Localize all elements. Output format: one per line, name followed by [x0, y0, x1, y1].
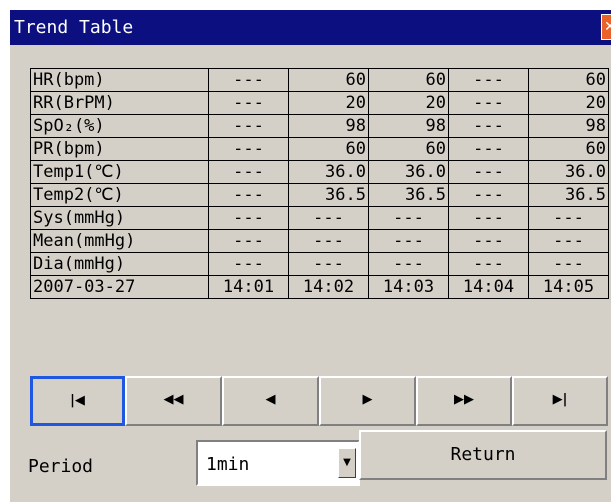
- table-cell: 36.0: [528, 160, 609, 184]
- table-row: Temp1(℃) --- 36.0 36.0 --- 36.0: [30, 160, 609, 184]
- first-button[interactable]: |◀: [30, 376, 125, 426]
- table-row: RR(BrPM) --- 20 20 --- 20: [30, 91, 609, 115]
- window-title: Trend Table: [14, 17, 134, 38]
- table-cell: ---: [448, 206, 529, 230]
- table-cell: ---: [448, 114, 529, 138]
- time-cell[interactable]: 14:05: [528, 275, 609, 299]
- table-row: Mean(mmHg) --- --- --- --- ---: [30, 229, 609, 253]
- row-label: HR(bpm): [30, 68, 209, 92]
- row-label: RR(BrPM): [30, 91, 209, 115]
- table-cell: 36.0: [288, 160, 369, 184]
- table-cell: 20: [368, 91, 449, 115]
- table-cell: 60: [288, 68, 369, 92]
- table-cell: ---: [288, 252, 369, 276]
- row-label: Dia(mmHg): [30, 252, 209, 276]
- table-row: PR(bpm) --- 60 60 --- 60: [30, 137, 609, 161]
- chevron-down-icon[interactable]: ▼: [338, 448, 356, 478]
- table-cell: ---: [528, 252, 609, 276]
- table-cell: ---: [448, 160, 529, 184]
- table-cell: 36.0: [368, 160, 449, 184]
- prev-button[interactable]: ◀: [222, 376, 319, 426]
- table-cell: ---: [288, 229, 369, 253]
- table-cell: 60: [288, 137, 369, 161]
- table-row: Temp2(℃) --- 36.5 36.5 --- 36.5: [30, 183, 609, 207]
- row-label: Mean(mmHg): [30, 229, 209, 253]
- table-cell: 98: [528, 114, 609, 138]
- prev-page-button[interactable]: ◀◀: [125, 376, 222, 426]
- row-label: Temp1(℃): [30, 160, 209, 184]
- title-bar: Trend Table: [10, 10, 611, 45]
- table-cell: ---: [528, 229, 609, 253]
- table-row: Dia(mmHg) --- --- --- --- ---: [30, 252, 609, 276]
- table-cell: ---: [288, 206, 369, 230]
- table-row: SpO₂(%) --- 98 98 --- 98: [30, 114, 609, 138]
- table-cell: ---: [208, 229, 289, 253]
- table-cell: 98: [288, 114, 369, 138]
- table-cell: 36.5: [528, 183, 609, 207]
- period-dropdown[interactable]: 1min ▼: [196, 440, 360, 486]
- table-cell: 60: [368, 137, 449, 161]
- table-cell: 98: [368, 114, 449, 138]
- table-cell: ---: [368, 252, 449, 276]
- table-row: HR(bpm) --- 60 60 --- 60: [30, 68, 609, 92]
- table-cell: 36.5: [368, 183, 449, 207]
- time-cell[interactable]: 14:01: [208, 275, 289, 299]
- row-label: Sys(mmHg): [30, 206, 209, 230]
- table-cell: ---: [368, 206, 449, 230]
- period-label: Period: [28, 456, 94, 477]
- time-cell[interactable]: 14:02: [288, 275, 369, 299]
- table-cell: 60: [528, 137, 609, 161]
- time-cell[interactable]: 14:04: [448, 275, 529, 299]
- table-row: Sys(mmHg) --- --- --- --- ---: [30, 206, 609, 230]
- row-label: Temp2(℃): [30, 183, 209, 207]
- table-cell: ---: [448, 252, 529, 276]
- table-cell: ---: [208, 114, 289, 138]
- table-cell: ---: [208, 160, 289, 184]
- table-cell: 20: [288, 91, 369, 115]
- table-cell: ---: [208, 252, 289, 276]
- close-icon[interactable]: ✕: [601, 14, 611, 40]
- period-value: 1min: [206, 454, 250, 475]
- next-page-button[interactable]: ▶▶: [416, 376, 512, 426]
- trend-table-window: Trend Table ✕ HR(bpm) --- 60 60 --- 60 RR(BrPM…: [10, 10, 611, 502]
- table-cell: ---: [448, 229, 529, 253]
- last-button[interactable]: ▶|: [512, 376, 608, 426]
- trend-table: HR(bpm) --- 60 60 --- 60 RR(BrPM) --- 20 20 --- 20 S…: [30, 68, 609, 299]
- date-label: 2007-03-27: [30, 275, 209, 299]
- row-label: SpO₂(%): [30, 114, 209, 138]
- table-cell: ---: [448, 91, 529, 115]
- table-cell: ---: [208, 68, 289, 92]
- table-cell: ---: [208, 183, 289, 207]
- table-cell: ---: [528, 206, 609, 230]
- table-cell: ---: [448, 137, 529, 161]
- table-cell: 60: [528, 68, 609, 92]
- table-cell: ---: [208, 91, 289, 115]
- time-cell[interactable]: 14:03: [368, 275, 449, 299]
- time-row: 2007-03-27 14:01 14:02 14:03 14:04 14:05: [30, 275, 609, 299]
- table-cell: ---: [448, 68, 529, 92]
- row-label: PR(bpm): [30, 137, 209, 161]
- table-cell: ---: [448, 183, 529, 207]
- next-button[interactable]: ▶: [319, 376, 416, 426]
- table-cell: ---: [368, 229, 449, 253]
- table-cell: ---: [208, 137, 289, 161]
- table-cell: 20: [528, 91, 609, 115]
- table-cell: 36.5: [288, 183, 369, 207]
- return-button[interactable]: Return: [359, 430, 607, 480]
- table-cell: ---: [208, 206, 289, 230]
- table-cell: 60: [368, 68, 449, 92]
